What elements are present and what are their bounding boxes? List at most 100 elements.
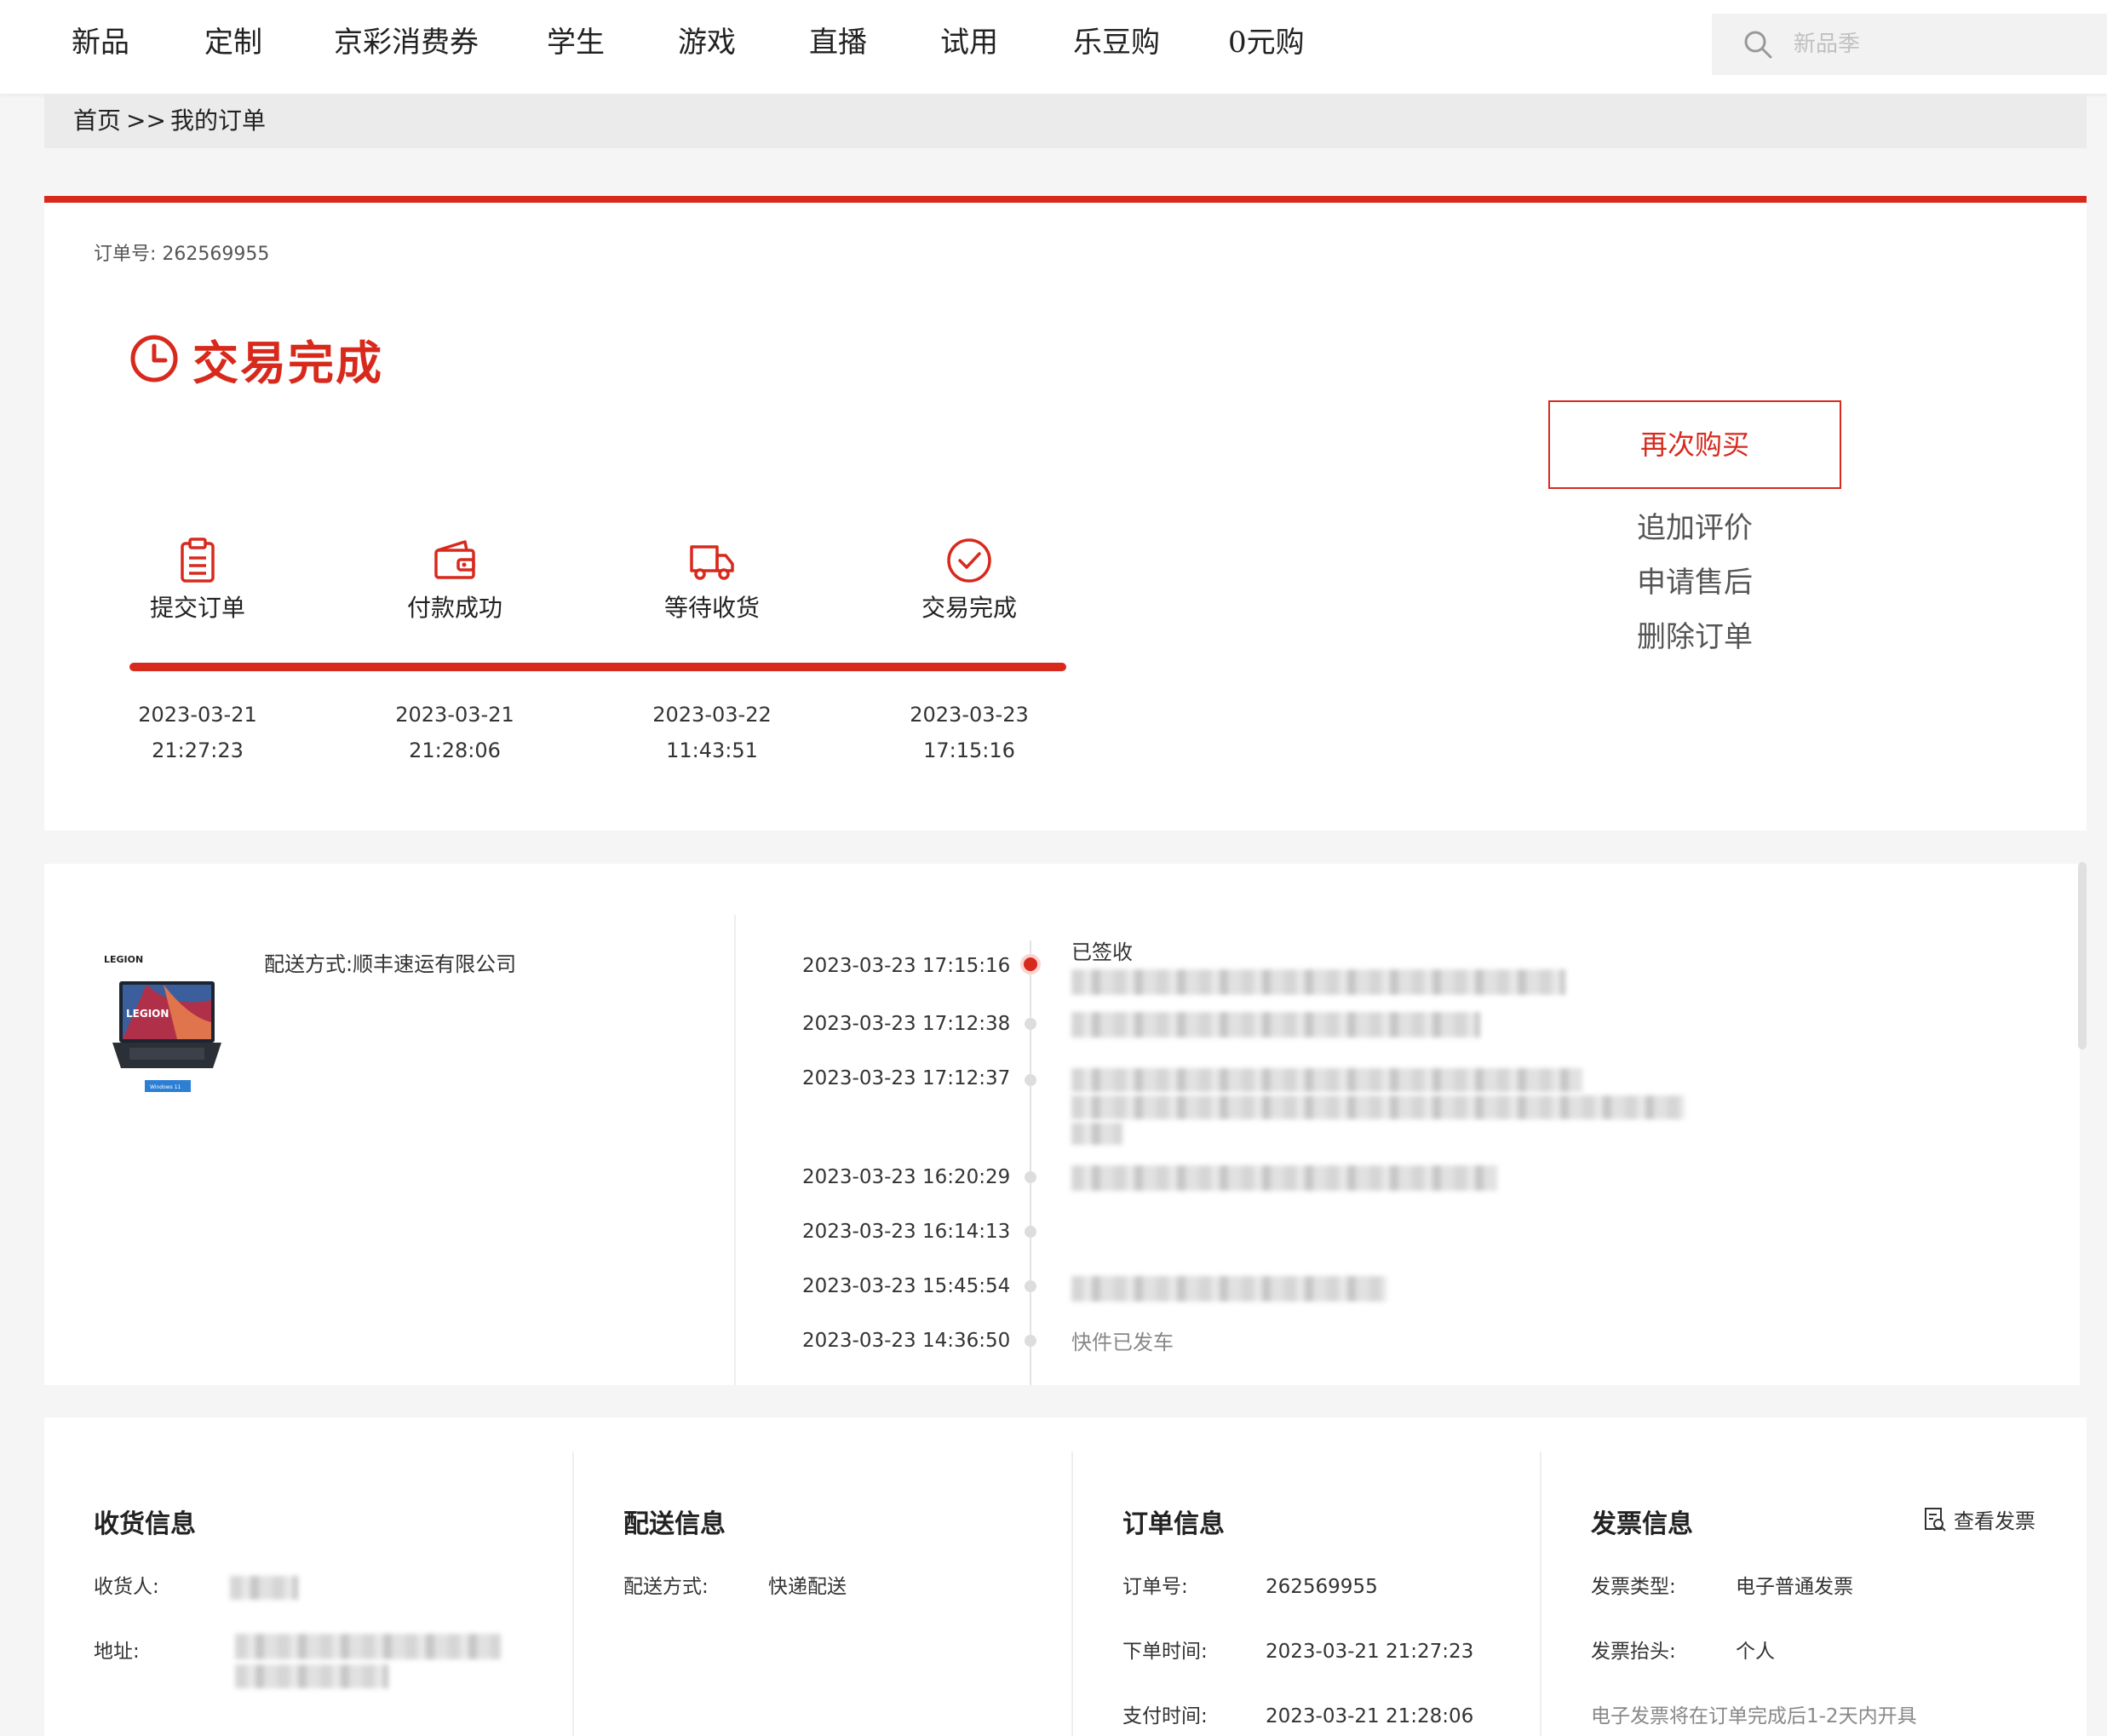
breadcrumb-separator: >> [126,106,166,135]
divider [572,1451,574,1736]
shipping-method-value: 快递配送 [768,1576,847,1598]
logistics-scrollbar[interactable] [2078,862,2087,1049]
after-sales-link[interactable]: 申请售后 [1548,562,1841,603]
step-label: 交易完成 [921,594,1017,622]
timeline-time: 2023-03-23 16:20:29 [802,1166,1011,1188]
shipping-method-label: 配送方式: [623,1576,709,1598]
redacted-text [1071,1165,1497,1191]
timeline-dot-active [1020,954,1041,974]
step-clock: 21:28:06 [409,739,501,762]
search-box[interactable] [1712,14,2107,75]
svg-text:Windows 11: Windows 11 [150,1084,181,1090]
invoice-icon [1925,1507,1946,1532]
invoice-note: 电子发票将在订单完成后1-2天内开具 [1591,1705,1917,1727]
add-review-link[interactable]: 追加评价 [1548,508,1841,549]
nav-item-coupons[interactable]: 京彩消费券 [334,24,479,61]
timeline-time: 2023-03-23 17:12:38 [802,1013,1011,1035]
nav-item-student[interactable]: 学生 [547,24,605,61]
timeline-time: 2023-03-23 15:45:54 [802,1275,1011,1297]
step-time: 2023-03-21 21:28:06 [361,697,548,768]
order-status-title: 交易完成 [129,329,383,390]
step-date: 2023-03-21 [395,703,514,727]
shipping-info-title: 配送信息 [623,1509,726,1539]
step-clock: 21:27:23 [152,739,244,762]
nav-item-custom[interactable]: 定制 [204,24,262,61]
redacted-text [1071,969,1565,995]
truck-icon [690,545,734,580]
timeline-line [1030,940,1031,1385]
order-status-card: 订单号: 262569955 交易完成 提交订单 付款成功 等待收货 交易完成 … [44,196,2087,831]
timeline-dot [1025,1171,1036,1183]
step-label: 付款成功 [406,594,502,622]
nav-item-games[interactable]: 游戏 [678,24,736,61]
delivery-method: 配送方式:顺丰速运有限公司 [264,952,517,976]
step-time: 2023-03-21 21:27:23 [104,697,291,768]
receiver-info-title: 收货信息 [94,1509,196,1539]
step-clock: 17:15:16 [923,739,1015,762]
step-time: 2023-03-22 11:43:51 [618,697,806,768]
redacted-address [235,1664,388,1688]
step-time: 2023-03-23 17:15:16 [876,697,1063,768]
order-progress-bar [129,663,1066,671]
invoice-info-title: 发票信息 [1591,1509,1693,1539]
step-payment-success: 付款成功 [361,537,548,625]
search-input[interactable] [1794,26,2083,63]
redacted-text [1071,1012,1480,1038]
step-transaction-complete: 交易完成 [876,537,1063,625]
nav-item-live[interactable]: 直播 [809,24,867,61]
step-awaiting-receipt: 等待收货 [618,537,806,625]
logistics-card: LEGION LEGION Windows 11 配送方式:顺丰速运有限公司 2… [44,864,2080,1385]
order-paid-value: 2023-03-21 21:28:06 [1266,1705,1474,1727]
timeline-status: 快件已发车 [1071,1331,1174,1354]
invoice-type-value: 电子普通发票 [1736,1576,1853,1598]
step-label: 提交订单 [149,594,245,622]
nav-item-new[interactable]: 新品 [72,24,129,61]
divider [1540,1451,1541,1736]
view-invoice-label: 查看发票 [1954,1509,2035,1533]
timeline-dot [1025,1335,1036,1347]
order-created-label: 下单时间: [1122,1641,1208,1663]
address-label: 地址: [94,1641,140,1663]
timeline-dot [1025,1074,1036,1086]
order-number-value: 262569955 [1266,1576,1378,1598]
invoice-header-value: 个人 [1736,1641,1775,1663]
nav-item-trial[interactable]: 试用 [940,24,998,61]
timeline-status: 已签收 [1071,940,1133,964]
order-number: 订单号: 262569955 [94,244,270,265]
redacted-text [1071,1276,1386,1302]
redacted-text [1071,1123,1122,1145]
step-clock: 11:43:51 [666,739,758,762]
wallet-icon [434,540,475,579]
invoice-header-label: 发票抬头: [1591,1641,1676,1663]
delete-order-link[interactable]: 删除订单 [1548,617,1841,658]
product-image[interactable]: LEGION LEGION Windows 11 [95,949,232,1102]
step-submit-order: 提交订单 [104,537,291,625]
redacted-text [1071,1095,1685,1119]
timeline-time: 2023-03-23 17:12:37 [802,1067,1011,1089]
svg-text:LEGION: LEGION [126,1008,169,1020]
invoice-type-label: 发票类型: [1591,1576,1676,1598]
order-paid-label: 支付时间: [1122,1705,1208,1727]
redacted-receiver-name [230,1576,298,1600]
breadcrumb: 首页 >> 我的订单 [44,94,2087,148]
order-info-card: 收货信息 收货人: 地址: 配送信息 配送方式: 快递配送 订单信息 订单号: … [44,1417,2087,1736]
nav-item-ledou[interactable]: 乐豆购 [1073,24,1160,61]
step-date: 2023-03-23 [910,703,1029,727]
search-icon[interactable] [1742,29,1773,60]
divider [734,915,736,1385]
breadcrumb-current: 我的订单 [170,106,267,135]
timeline-dot [1025,1018,1036,1030]
order-status-text: 交易完成 [192,336,383,390]
timeline-dot [1025,1280,1036,1292]
clock-icon [130,335,178,382]
nav-item-zero-buy[interactable]: 0元购 [1228,24,1305,61]
check-circle-icon [947,538,991,583]
order-created-value: 2023-03-21 21:27:23 [1266,1641,1474,1663]
buy-again-button[interactable]: 再次购买 [1548,400,1841,489]
divider [1071,1451,1073,1736]
timeline-time: 2023-03-23 14:36:50 [802,1330,1011,1352]
step-date: 2023-03-22 [652,703,772,727]
view-invoice-button[interactable]: 查看发票 [1923,1504,2035,1534]
breadcrumb-home[interactable]: 首页 [73,104,121,138]
order-number-label: 订单号: [1122,1576,1188,1598]
